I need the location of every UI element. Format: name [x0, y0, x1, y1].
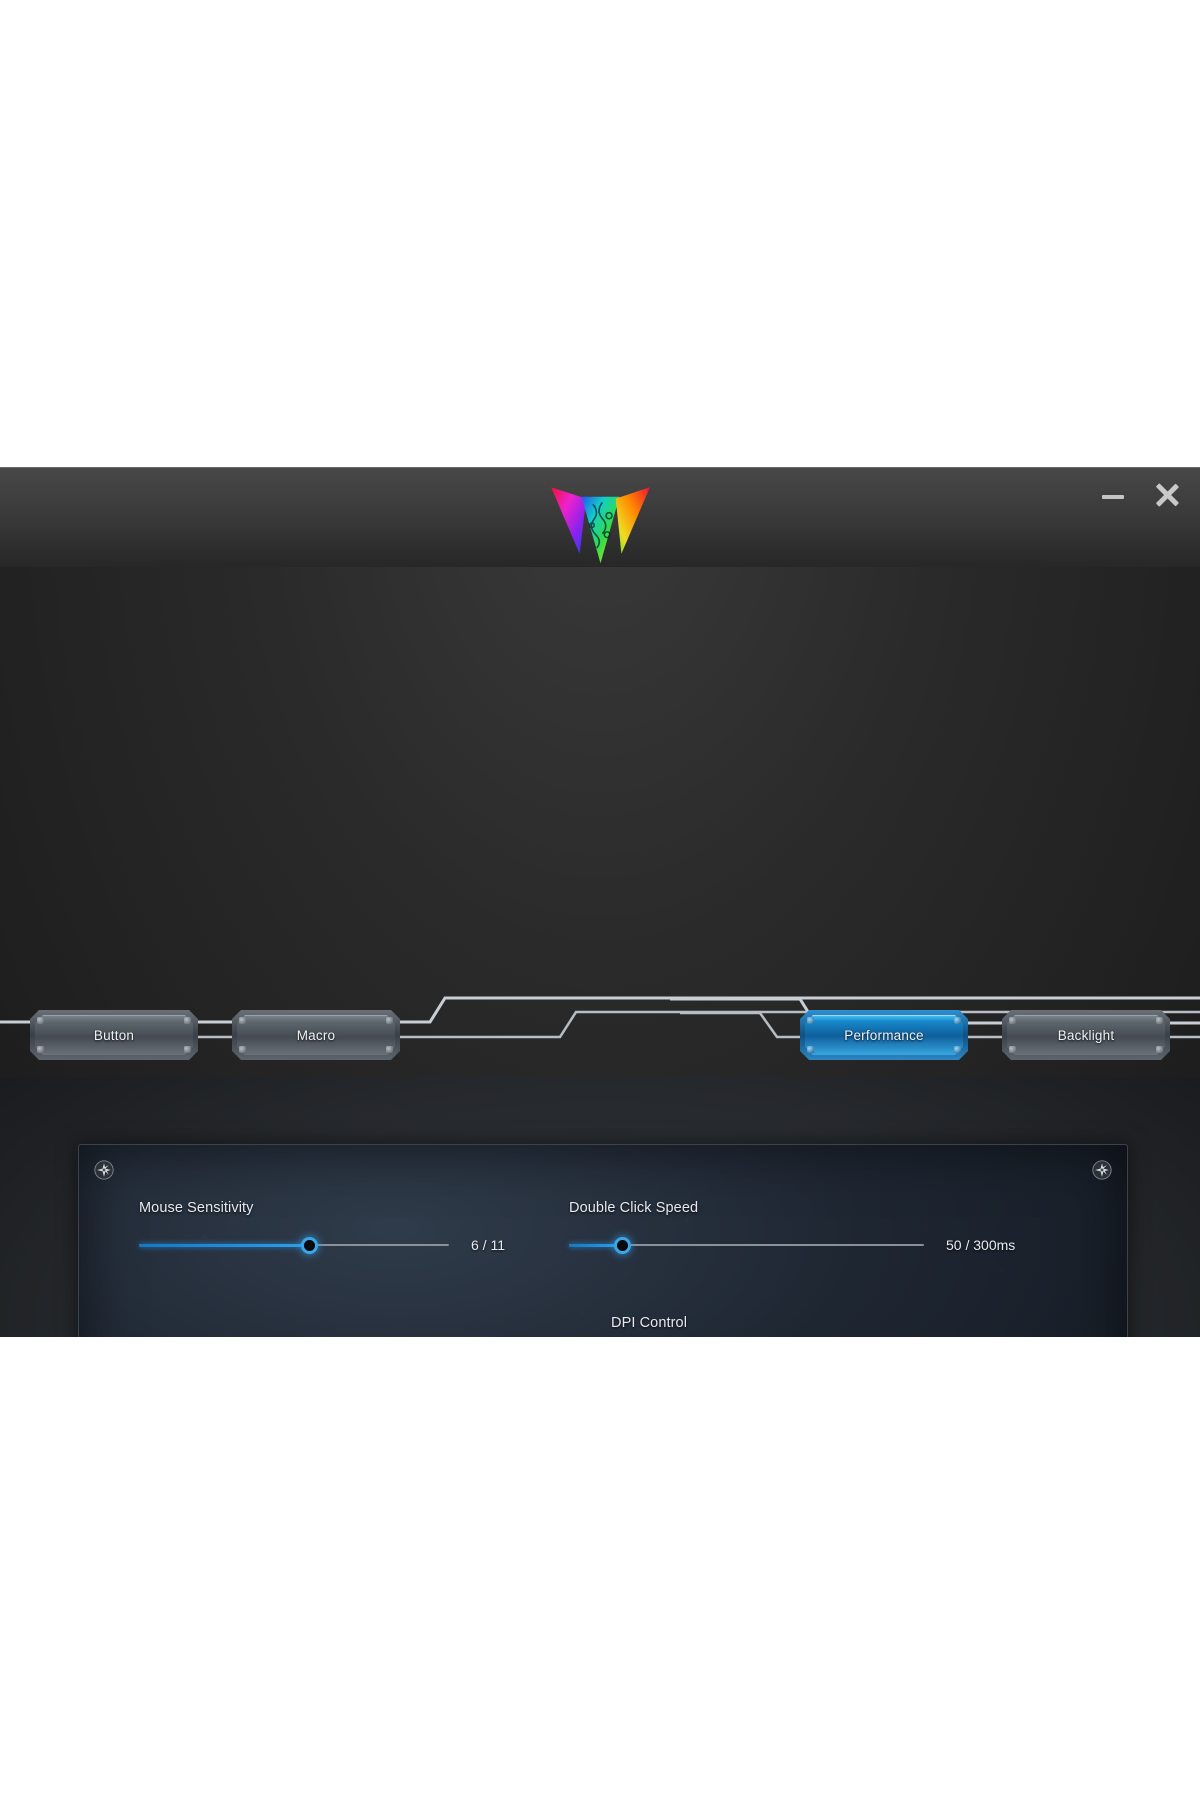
tab-macro[interactable]: Macro [237, 1015, 395, 1055]
slider-fill [139, 1243, 310, 1247]
tab-label: Backlight [1057, 1027, 1115, 1043]
tab-label: Performance [844, 1027, 924, 1043]
screw-icon [37, 1017, 44, 1024]
screw-icon [239, 1017, 246, 1024]
slider-knob[interactable] [301, 1236, 318, 1254]
tab-label: Button [93, 1027, 135, 1043]
double-click-speed-label: Double Click Speed [569, 1200, 699, 1216]
rainbow-w-logo [533, 472, 668, 567]
screw-icon [954, 1017, 961, 1024]
close-button[interactable] [1149, 478, 1182, 512]
mouse-sensitivity-label: Mouse Sensitivity [139, 1200, 254, 1216]
double-click-speed-control: Double Click Speed 50 / 300ms [569, 1200, 1015, 1254]
tab-label: Macro [296, 1027, 336, 1043]
dpi-control-label: DPI Control [611, 1315, 688, 1331]
screw-icon [807, 1017, 814, 1024]
double-click-speed-value: 50 / 300ms [946, 1237, 1016, 1253]
minimize-button[interactable] [1096, 478, 1129, 512]
screw-icon [954, 1046, 961, 1053]
screw-icon [1156, 1017, 1163, 1024]
screw-icon [184, 1046, 191, 1053]
screw-icon [807, 1046, 814, 1053]
mouse-sensitivity-control: Mouse Sensitivity 6 / 11 [139, 1200, 505, 1254]
double-click-speed-slider[interactable] [569, 1236, 924, 1254]
slider-knob[interactable] [613, 1236, 631, 1254]
screw-icon [37, 1046, 44, 1053]
performance-settings-panel: Mouse Sensitivity 6 / 11 Scroll Speed [78, 1144, 1128, 1337]
dpi-control-group: DPI Control 80016002400320048007200 [611, 1315, 965, 1337]
mouse-sensitivity-value: 6 / 11 [471, 1237, 505, 1253]
screw-icon [1009, 1017, 1016, 1024]
screw-icon [239, 1046, 246, 1053]
mouse-sensitivity-slider[interactable] [139, 1236, 449, 1254]
application-window: Button Macro Performance Backlight Mouse… [0, 467, 1200, 1337]
screw-icon [1156, 1046, 1163, 1053]
tab-button[interactable]: Button [35, 1015, 193, 1055]
panel-screw-icon [1091, 1159, 1113, 1181]
screw-icon [1009, 1046, 1016, 1053]
panel-screw-icon [93, 1159, 115, 1181]
screw-icon [386, 1046, 393, 1053]
screw-icon [386, 1017, 393, 1024]
screw-icon [184, 1017, 191, 1024]
tab-performance[interactable]: Performance [805, 1015, 963, 1055]
tab-backlight[interactable]: Backlight [1007, 1015, 1165, 1055]
